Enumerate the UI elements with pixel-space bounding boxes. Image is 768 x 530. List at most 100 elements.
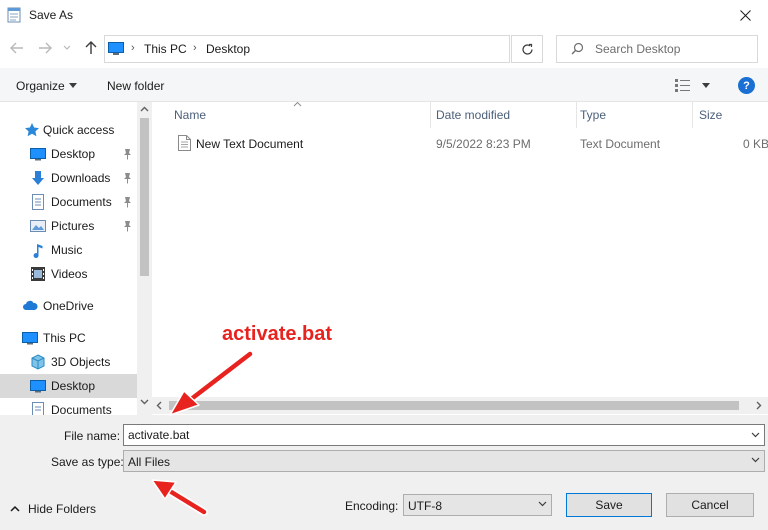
nav-scrollbar[interactable] <box>137 102 152 415</box>
table-row[interactable]: New Text Document 9/5/2022 8:23 PM Text … <box>172 132 768 154</box>
caret-down-icon <box>69 83 77 88</box>
chevron-up-icon[interactable] <box>140 106 149 112</box>
nav-item-this-pc[interactable]: This PC <box>0 326 138 350</box>
annotation-label: activate.bat <box>222 323 333 345</box>
scrollbar-thumb[interactable] <box>169 401 739 410</box>
nav-item-pictures[interactable]: Pictures <box>0 214 138 238</box>
nav-label: Desktop <box>51 379 96 393</box>
refresh-icon <box>521 43 533 55</box>
view-options-icon[interactable] <box>674 77 714 93</box>
file-list: Name Date modified Type Size New Text Do… <box>152 102 768 415</box>
text-file-icon <box>178 135 191 151</box>
scrollbar-thumb[interactable] <box>140 118 149 276</box>
horizontal-scrollbar[interactable] <box>152 397 768 414</box>
encoding-select[interactable]: UTF-8 <box>403 494 552 516</box>
pin-icon[interactable] <box>122 196 133 208</box>
arrow-left-icon <box>10 42 23 54</box>
nav-label: 3D Objects <box>51 355 111 369</box>
arrow-up-icon <box>85 41 97 54</box>
nav-label: Documents <box>51 195 112 209</box>
back-button[interactable] <box>9 40 25 56</box>
organize-button[interactable]: Organize <box>16 79 65 93</box>
column-header-size[interactable]: Size <box>693 102 768 128</box>
videos-icon <box>31 267 45 281</box>
desktop-icon <box>30 380 46 393</box>
nav-item-3d-objects[interactable]: 3D Objects <box>0 350 138 374</box>
chevron-down-icon <box>751 457 760 463</box>
pin-icon[interactable] <box>122 148 133 160</box>
downloads-icon <box>32 171 44 185</box>
column-header-type[interactable]: Type <box>577 102 692 128</box>
column-header-name[interactable]: Name <box>152 102 430 128</box>
documents-icon <box>32 402 44 415</box>
title-bar: Save As <box>0 0 768 30</box>
help-icon: ? <box>743 79 750 92</box>
chevron-down-icon[interactable] <box>751 432 760 438</box>
recent-locations-button[interactable] <box>62 40 72 56</box>
nav-item-documents-pc[interactable]: Documents <box>0 398 138 415</box>
star-icon <box>25 123 39 137</box>
nav-item-music[interactable]: Music <box>0 238 138 262</box>
file-type: Text Document <box>580 137 661 151</box>
new-folder-button[interactable]: New folder <box>107 79 164 93</box>
help-button[interactable]: ? <box>738 77 755 94</box>
encoding-value: UTF-8 <box>408 499 442 513</box>
nav-item-desktop-selected[interactable]: Desktop <box>0 374 138 398</box>
cloud-icon <box>23 300 38 310</box>
nav-item-videos[interactable]: Videos <box>0 262 138 286</box>
file-name-label: File name: <box>64 429 121 443</box>
save-form: File name: Save as type: All Files Hide … <box>0 415 768 530</box>
nav-item-onedrive[interactable]: OneDrive <box>0 294 138 318</box>
notepad-icon <box>7 7 21 23</box>
cancel-button[interactable]: Cancel <box>666 493 754 517</box>
breadcrumb-separator: › <box>131 42 135 54</box>
file-name: New Text Document <box>196 137 304 151</box>
nav-label: Videos <box>51 267 88 281</box>
search-box[interactable] <box>556 35 758 63</box>
nav-label: Music <box>51 243 83 257</box>
save-type-select[interactable]: All Files <box>123 450 765 472</box>
pin-icon[interactable] <box>122 172 133 184</box>
nav-item-desktop[interactable]: Desktop <box>0 142 138 166</box>
breadcrumb-desktop[interactable]: Desktop <box>206 42 250 56</box>
refresh-button[interactable] <box>511 35 543 63</box>
pc-icon <box>22 332 38 345</box>
nav-label: OneDrive <box>43 299 94 313</box>
file-name-input[interactable] <box>128 428 738 442</box>
forward-button[interactable] <box>37 40 53 56</box>
save-type-label: Save as type: <box>51 455 124 469</box>
documents-icon <box>32 194 44 210</box>
nav-item-documents[interactable]: Documents <box>0 190 138 214</box>
nav-label: Desktop <box>51 147 96 161</box>
navigation-pane: Quick access Desktop Downloads Documents… <box>0 102 152 415</box>
column-header-date[interactable]: Date modified <box>431 102 576 128</box>
save-button[interactable]: Save <box>566 493 652 517</box>
nav-label: Downloads <box>51 171 111 185</box>
music-icon <box>33 244 43 258</box>
search-icon <box>571 42 584 55</box>
search-input[interactable] <box>595 41 751 57</box>
breadcrumb-this-pc[interactable]: This PC <box>144 42 187 56</box>
save-type-value: All Files <box>128 455 171 469</box>
hide-folders-label: Hide Folders <box>28 502 97 516</box>
file-size: 0 KB <box>743 137 768 151</box>
address-bar[interactable]: › This PC › Desktop <box>104 35 601 63</box>
nav-label: Pictures <box>51 219 95 233</box>
close-button[interactable] <box>722 0 768 30</box>
cube-icon <box>31 354 45 370</box>
chevron-right-icon[interactable] <box>756 401 762 410</box>
chevron-down-icon[interactable] <box>140 399 149 405</box>
up-button[interactable] <box>83 40 99 56</box>
file-name-combo[interactable] <box>123 424 765 446</box>
nav-item-quick-access[interactable]: Quick access <box>0 118 138 142</box>
desktop-icon <box>30 148 46 161</box>
arrow-right-icon <box>39 42 52 54</box>
command-bar: Organize New folder ? <box>0 68 768 102</box>
chevron-left-icon[interactable] <box>156 401 162 410</box>
pin-icon[interactable] <box>122 220 133 232</box>
breadcrumb-separator: › <box>193 42 197 54</box>
chevron-down-icon <box>63 45 71 50</box>
pc-icon <box>108 42 124 55</box>
file-date: 9/5/2022 8:23 PM <box>436 137 531 151</box>
nav-item-downloads[interactable]: Downloads <box>0 166 138 190</box>
